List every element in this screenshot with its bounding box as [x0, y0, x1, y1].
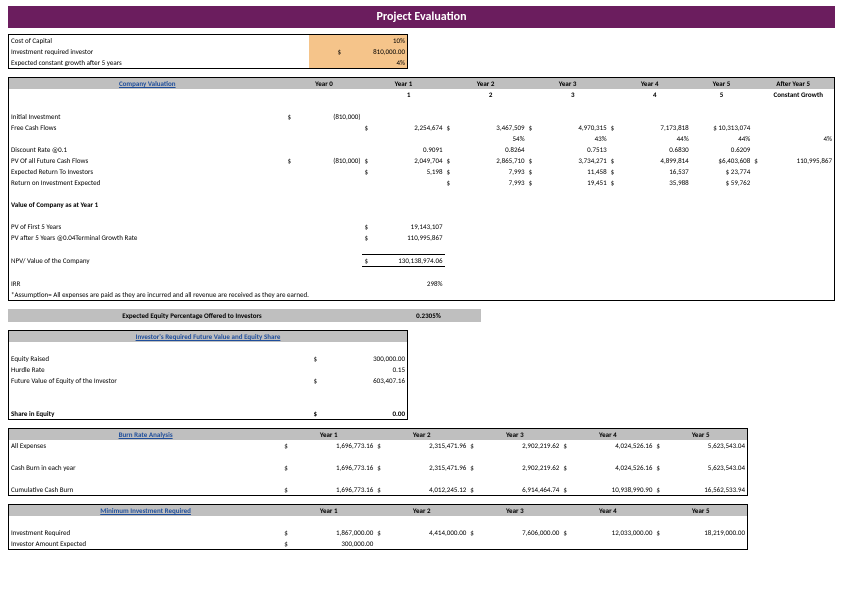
table-row: Investor Amount Expected $300,000.00: [9, 538, 748, 550]
table-row: PV of First 5 Years $19,143,107: [9, 221, 835, 232]
label[interactable]: Cost of Capital: [9, 35, 310, 47]
value[interactable]: 4%: [343, 57, 408, 69]
table-row: 54% 43% 44% 44% 4%: [9, 133, 835, 144]
col: Year 2: [445, 78, 527, 90]
table-row: Initial Investment$(810,000): [9, 111, 835, 122]
col: Year 1: [362, 78, 444, 90]
col: Year 1: [282, 505, 375, 517]
col: Year 2: [375, 505, 468, 517]
inputs-table: Cost of Capital 10% Investment required i…: [8, 34, 408, 69]
col: Year 3: [468, 429, 561, 441]
col: Year 5: [691, 78, 753, 90]
table-row: Return on Investment Expected $7,993 $19…: [9, 177, 835, 188]
col: Year 3: [527, 78, 609, 90]
table-row: Free Cash Flows $2,254,674 $3,467,509 $4…: [9, 122, 835, 133]
table-row: Expected constant growth after 5 years 4%: [9, 57, 408, 69]
table-row: Hurdle Rate0.15: [9, 364, 408, 375]
table-row: Cost of Capital 10%: [9, 35, 408, 47]
table-row: IRR 298%: [9, 278, 835, 289]
table-row: PV Of all Future Cash Flows $(810,000) $…: [9, 155, 835, 166]
company-valuation-table: Company Valuation Year 0 Year 1 Year 2 Y…: [8, 77, 835, 301]
table-row: Cash Burn in each year $1,696,773.16 $2,…: [9, 462, 748, 473]
table-row: Cumulative Cash Burn $1,696,773.16 $4,01…: [9, 484, 748, 496]
col: Year 1: [282, 429, 375, 441]
assumption-text: *Assumption= All expenses are paid as th…: [9, 289, 835, 301]
header-row: Company Valuation Year 0 Year 1 Year 2 Y…: [9, 78, 835, 90]
value[interactable]: 10%: [343, 35, 408, 47]
table-row: Share in Equity$0.00: [9, 408, 408, 420]
section-header: Burn Rate Analysis: [9, 429, 283, 441]
section-header: Company Valuation: [9, 78, 286, 90]
label[interactable]: Investment required investor: [9, 46, 310, 57]
investor-share-table: Investor's Required Future Value and Equ…: [8, 330, 408, 420]
col: Year 2: [375, 429, 468, 441]
section-header: Minimum Investment Required: [9, 505, 283, 517]
col: Year 4: [561, 505, 654, 517]
equity-offered-row: Expected Equity Percentage Offered to In…: [8, 309, 508, 322]
col: Year 0: [286, 78, 363, 90]
table-row: Future Value of Equity of the Investor$6…: [9, 375, 408, 386]
value[interactable]: 810,000.00: [343, 46, 408, 57]
subheader-row: 1 2 3 4 5 Constant Growth: [9, 89, 835, 100]
header-row: Burn Rate Analysis Year 1 Year 2 Year 3 …: [9, 429, 748, 441]
equity-offered-value[interactable]: 0.2305%: [376, 309, 481, 322]
page-title: Project Evaluation: [8, 6, 835, 28]
label[interactable]: Expected constant growth after 5 years: [9, 57, 310, 69]
burn-rate-table: Burn Rate Analysis Year 1 Year 2 Year 3 …: [8, 428, 748, 496]
section-header: Investor's Required Future Value and Equ…: [9, 331, 408, 343]
col: Year 5: [654, 505, 747, 517]
col: Year 5: [654, 429, 747, 441]
table-row: All Expenses $1,696,773.16 $2,315,471.96…: [9, 440, 748, 451]
table-row: Discount Rate @0.1 0.9091 0.8264 0.7513 …: [9, 144, 835, 155]
table-row: NPV/ Value of the Company $130,138,974.0…: [9, 255, 835, 267]
col: After Year 5: [752, 78, 834, 90]
table-row: PV after 5 Years @0.04Terminal Growth Ra…: [9, 232, 835, 243]
table-row: Equity Raised$300,000.00: [9, 353, 408, 364]
header-row: Minimum Investment Required Year 1 Year …: [9, 505, 748, 517]
min-investment-table: Minimum Investment Required Year 1 Year …: [8, 504, 748, 550]
col: Year 4: [609, 78, 691, 90]
equity-offered-label: Expected Equity Percentage Offered to In…: [8, 309, 376, 322]
col: Year 3: [468, 505, 561, 517]
col: Year 4: [561, 429, 654, 441]
table-row: Investment required investor$810,000.00: [9, 46, 408, 57]
subsection-label: Value of Company as at Year 1: [9, 199, 286, 210]
dollar: $: [309, 46, 343, 57]
table-row: Expected Return To Investors $5,198 $7,9…: [9, 166, 835, 177]
table-row: Investment Required $1,867,000.00 $4,414…: [9, 527, 748, 538]
